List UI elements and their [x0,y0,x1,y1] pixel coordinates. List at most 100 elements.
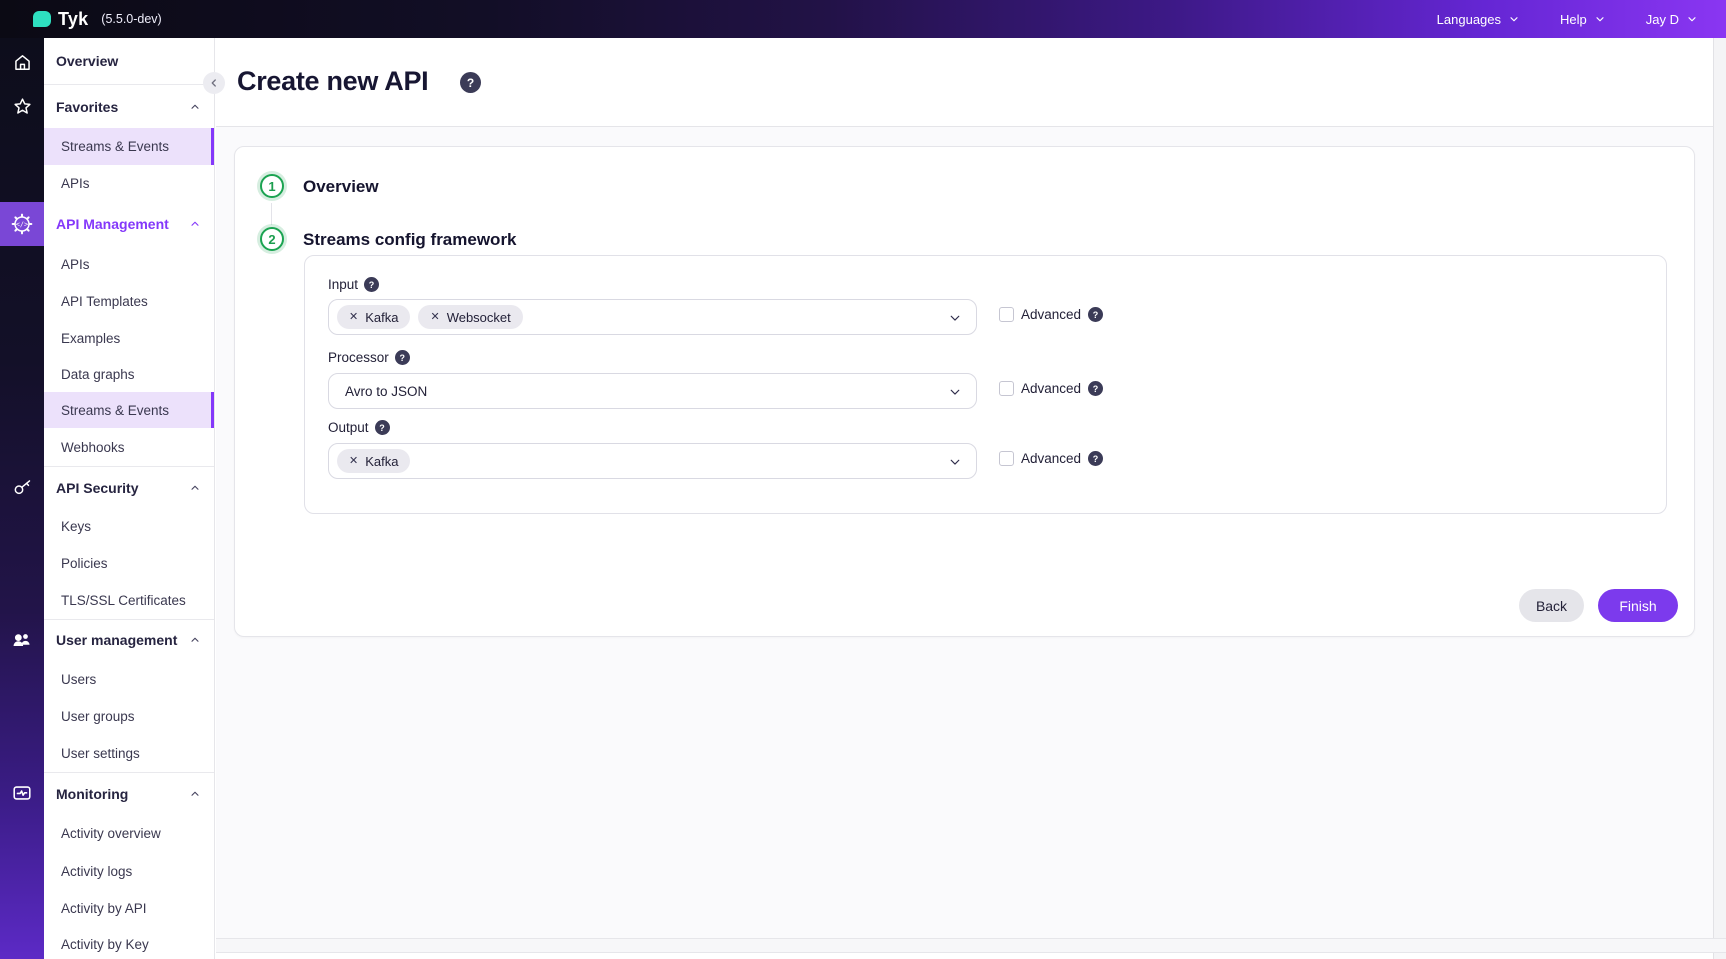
sidebar-item-keys[interactable]: Keys [44,508,214,545]
home-icon[interactable] [0,42,44,82]
chevron-down-icon [1686,13,1698,25]
user-management-users-icon[interactable] [0,620,44,660]
svg-text:</>: </> [16,221,28,229]
sidebar-item-activity-by-api[interactable]: Activity by API [44,890,214,926]
input-advanced-help-icon[interactable]: ? [1088,307,1103,322]
chevron-down-icon [948,311,962,325]
api-management-gear-icon[interactable]: </> [0,204,44,244]
sidebar-section-api-management[interactable]: API Management [44,202,214,246]
sidebar-item-activity-logs[interactable]: Activity logs [44,853,214,890]
sidebar-item-label: API Templates [61,294,148,309]
back-navigation-button[interactable] [203,72,225,94]
step-2-title: Streams config framework [303,230,517,250]
user-menu[interactable]: Jay D [1646,12,1698,27]
page-title-help-icon[interactable]: ? [460,72,481,93]
sidebar-item-streams-events[interactable]: Streams & Events [44,392,214,428]
sidebar-item-label: User settings [61,746,140,761]
streams-config-form: Input ? ✕ Kafka ✕ Websocket Advanced ? [304,255,1667,514]
output-advanced-help-icon[interactable]: ? [1088,451,1103,466]
sidebar-item-activity-overview[interactable]: Activity overview [44,814,214,853]
footer-bar [216,938,1726,953]
sidebar-item-apis[interactable]: APIs [44,246,214,283]
remove-tag-icon[interactable]: ✕ [430,312,439,323]
languages-menu[interactable]: Languages [1437,12,1520,27]
sidebar-item-label: Streams & Events [61,139,169,154]
output-advanced-checkbox[interactable] [999,451,1014,466]
sidebar-section-api-security[interactable]: API Security [44,467,214,508]
favorites-star-icon[interactable] [0,86,44,126]
sidebar-item-users[interactable]: Users [44,660,214,698]
sidebar-item-label: Activity by Key [61,937,149,952]
tag-kafka: ✕ Kafka [337,449,410,473]
sidebar-section-favorites[interactable]: Favorites [44,85,214,128]
tyk-logo[interactable]: Tyk (5.5.0-dev) [33,9,162,30]
tag-websocket: ✕ Websocket [418,305,522,329]
icon-rail: </> [0,38,44,959]
sidebar-item-data-graphs[interactable]: Data graphs [44,356,214,392]
sidebar-item-webhooks[interactable]: Webhooks [44,428,214,466]
sidebar-item-label: Examples [61,331,120,346]
user-menu-label: Jay D [1646,12,1679,27]
processor-select[interactable]: Avro to JSON [328,373,977,409]
step-2-indicator[interactable]: 2 [260,227,284,251]
sidebar-item-policies[interactable]: Policies [44,545,214,582]
sidebar-item-tls-ssl-certificates[interactable]: TLS/SSL Certificates [44,582,214,619]
output-multiselect[interactable]: ✕ Kafka [328,443,977,479]
monitoring-activity-icon[interactable] [0,773,44,813]
chevron-up-icon [189,218,201,230]
output-advanced-option: Advanced ? [999,451,1103,466]
chevron-down-icon [1594,13,1606,25]
input-advanced-option: Advanced ? [999,307,1103,322]
processor-help-icon[interactable]: ? [395,350,410,365]
remove-tag-icon[interactable]: ✕ [349,312,358,323]
chevron-left-icon [208,77,220,89]
step-1-indicator[interactable]: 1 [260,174,284,198]
sidebar-item-api-templates[interactable]: API Templates [44,283,214,320]
input-help-icon[interactable]: ? [364,277,379,292]
page-title: Create new API [237,66,428,97]
page-header [216,38,1713,127]
input-multiselect[interactable]: ✕ Kafka ✕ Websocket [328,299,977,335]
sidebar-item-examples[interactable]: Examples [44,320,214,356]
sidebar-item-fav-streams-events[interactable]: Streams & Events [44,128,214,165]
processor-advanced-option: Advanced ? [999,381,1103,396]
sidebar-item-label: APIs [61,176,90,191]
help-menu[interactable]: Help [1560,12,1606,27]
back-button[interactable]: Back [1519,589,1584,622]
sidebar: Overview Favorites Streams & Events APIs… [44,38,215,959]
processor-field-label: Processor ? [328,350,410,365]
processor-selected-value: Avro to JSON [337,384,427,399]
processor-advanced-help-icon[interactable]: ? [1088,381,1103,396]
sidebar-section-label: API Management [56,216,169,232]
input-advanced-checkbox[interactable] [999,307,1014,322]
chevron-up-icon [189,482,201,494]
sidebar-item-label: APIs [61,257,90,272]
tag-kafka: ✕ Kafka [337,305,410,329]
finish-button[interactable]: Finish [1598,589,1678,622]
scrollbar-track[interactable] [1713,38,1726,959]
sidebar-item-user-groups[interactable]: User groups [44,698,214,735]
sidebar-item-label: Data graphs [61,367,135,382]
sidebar-item-label: Overview [56,53,118,69]
output-help-icon[interactable]: ? [375,420,390,435]
advanced-label: Advanced [1021,451,1081,466]
sidebar-item-activity-by-key[interactable]: Activity by Key [44,926,214,959]
chevron-up-icon [189,634,201,646]
tyk-logo-text: Tyk [58,9,88,30]
sidebar-section-user-management[interactable]: User management [44,620,214,660]
sidebar-section-label: Favorites [56,99,118,115]
version-label: (5.5.0-dev) [101,12,161,26]
step-2-number: 2 [268,232,275,247]
chevron-up-icon [189,788,201,800]
remove-tag-icon[interactable]: ✕ [349,456,358,467]
sidebar-item-label: Activity overview [61,826,161,841]
api-security-key-icon[interactable] [0,467,44,507]
tag-label: Websocket [447,310,511,325]
sidebar-item-label: Activity logs [61,864,132,879]
sidebar-section-monitoring[interactable]: Monitoring [44,773,214,814]
sidebar-item-fav-apis[interactable]: APIs [44,165,214,202]
processor-advanced-checkbox[interactable] [999,381,1014,396]
sidebar-item-user-settings[interactable]: User settings [44,735,214,772]
sidebar-item-label: User groups [61,709,135,724]
sidebar-item-overview[interactable]: Overview [44,38,214,84]
